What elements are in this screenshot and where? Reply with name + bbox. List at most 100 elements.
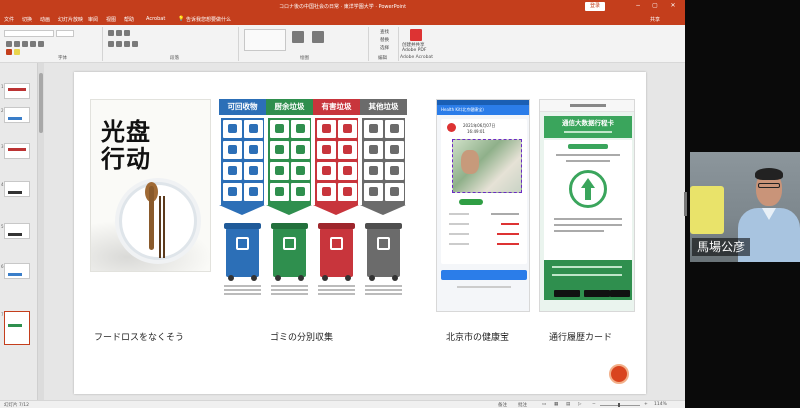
recyclable-column: 可回收物 [219, 99, 266, 305]
scrollbar-handle[interactable] [39, 73, 43, 133]
search-hint[interactable]: 告诉我您想要做什么 [186, 16, 231, 23]
tab-animations[interactable]: 动画 [40, 16, 50, 23]
health-kit-header: Health Kit(北京健康宝) [437, 105, 529, 115]
highlight-icon[interactable] [14, 49, 20, 55]
travel-card-body [544, 140, 632, 260]
quick-styles-icon[interactable] [312, 31, 324, 43]
zoom-slider[interactable] [600, 404, 640, 406]
font-name-box[interactable] [4, 30, 54, 37]
group-font-label: 字体 [58, 56, 67, 61]
ribbon-separator [102, 27, 103, 61]
lightbulb-icon: 💡 [178, 16, 185, 22]
slide-canvas[interactable]: 光盘 行动 可回收物 厨余垃圾 有害垃圾 其他垃圾 Health Kit(北京健… [74, 72, 646, 394]
indent-icon[interactable] [124, 30, 130, 36]
garbage-sorting-poster: 可回收物 厨余垃圾 有害垃圾 其他垃圾 [219, 99, 407, 305]
pdf-icon[interactable] [410, 29, 422, 41]
participant-video[interactable]: 馬場公彦 [690, 152, 800, 262]
strikethrough-icon[interactable] [30, 41, 36, 47]
bold-icon[interactable] [6, 41, 12, 47]
ribbon-tabs: 文件 切换 动画 幻灯片放映 审阅 视图 帮助 Acrobat 💡 告诉我您想要… [0, 13, 685, 25]
id-photo [452, 139, 522, 193]
slide-thumbnail[interactable]: 2 [1, 107, 30, 123]
caption-health-kit: 北京市の健康宝 [446, 333, 510, 343]
align-right-icon[interactable] [124, 41, 130, 47]
tab-acrobat[interactable]: Acrobat [146, 16, 165, 22]
spoon-handle [149, 186, 154, 250]
create-pdf-button[interactable]: 创建并共享 Adobe PDF [402, 43, 436, 53]
group-drawing-label: 绘图 [300, 56, 309, 61]
health-kit-screenshot: Health Kit(北京健康宝) 2021年06月07日 16:49:01 [436, 99, 530, 312]
select-button[interactable]: 选择 [380, 45, 389, 51]
tab-view[interactable]: 视图 [106, 16, 116, 23]
status-badge [459, 199, 483, 205]
zoom-out-icon[interactable]: − [592, 402, 596, 407]
panel-divider-handle[interactable] [684, 192, 687, 216]
plate-icon [119, 182, 197, 260]
italic-icon[interactable] [14, 41, 20, 47]
tab-file[interactable]: 文件 [4, 16, 14, 23]
university-logo [609, 364, 629, 384]
ribbon-separator [238, 27, 239, 61]
beijing-logo-icon [447, 123, 456, 132]
comments-button[interactable]: 批注 [518, 402, 527, 408]
bullets-icon[interactable] [108, 30, 114, 36]
slideshow-view-icon[interactable]: ▷ [578, 402, 581, 407]
share-button[interactable]: 共享 [650, 16, 660, 23]
find-button[interactable]: 查找 [380, 29, 389, 35]
align-left-icon[interactable] [108, 41, 114, 47]
kitchen-waste-header: 厨余垃圾 [266, 99, 313, 115]
hazardous-waste-column: 有害垃圾 [313, 99, 360, 305]
status-bar: 幻灯片 7/12 备注 批注 ▭ ▦ ▤ ▷ − + 114% [0, 400, 685, 408]
tab-review[interactable]: 审阅 [88, 16, 98, 23]
arrange-icon[interactable] [292, 31, 304, 43]
ribbon-separator [368, 27, 369, 61]
sorter-view-icon[interactable]: ▦ [554, 402, 558, 407]
food-loss-poster: 光盘 行动 [90, 99, 211, 272]
title-bar: コロナ後の中国社会の日常 · 東洋学園大学 · PowerPoint 登录 − … [0, 0, 685, 13]
glasses-icon [758, 183, 780, 188]
zoom-in-icon[interactable]: + [644, 402, 648, 407]
shapes-gallery[interactable] [244, 29, 286, 51]
other-waste-column: 其他垃圾 [360, 99, 407, 305]
align-center-icon[interactable] [116, 41, 122, 47]
slide-thumbnail[interactable]: 1 [1, 83, 30, 99]
travel-card-screenshot: 通信大数据行程卡 [539, 99, 635, 312]
close-button[interactable]: ✕ [667, 1, 679, 11]
justify-icon[interactable] [132, 41, 138, 47]
shadow-icon[interactable] [38, 41, 44, 47]
travel-card-header: 通信大数据行程卡 [544, 116, 632, 138]
reading-view-icon[interactable]: ▤ [566, 402, 570, 407]
replace-button[interactable]: 替换 [380, 37, 389, 43]
notes-button[interactable]: 备注 [498, 402, 507, 408]
restore-button[interactable]: ▢ [649, 1, 661, 11]
zoom-slider-handle[interactable] [618, 403, 620, 407]
normal-view-icon[interactable]: ▭ [542, 402, 546, 407]
health-code-card: 2021年06月07日 16:49:01 [441, 119, 527, 264]
recyclable-bin-icon [224, 223, 261, 281]
tab-transitions[interactable]: 切换 [22, 16, 32, 23]
tab-slideshow[interactable]: 幻灯片放映 [58, 16, 83, 23]
other-waste-header: 其他垃圾 [360, 99, 407, 115]
caption-travel-card: 通行履歴カード [549, 333, 613, 343]
font-color-icon[interactable] [6, 49, 12, 55]
font-size-box[interactable] [56, 30, 74, 37]
tab-help[interactable]: 帮助 [124, 16, 134, 23]
zoom-level[interactable]: 114% [654, 402, 667, 407]
slide-thumbnail[interactable]: 6 [1, 263, 30, 279]
thumbnail-scrollbar[interactable] [38, 63, 44, 400]
group-acrobat-label: Adobe Acrobat [400, 55, 434, 60]
numbering-icon[interactable] [116, 30, 122, 36]
slide-thumbnail[interactable]: 4 [1, 181, 30, 197]
signin-button[interactable]: 登录 [585, 2, 605, 11]
travel-card-footer [544, 260, 632, 300]
slide-thumbnail[interactable]: 3 [1, 143, 30, 159]
caption-food-loss: フードロスをなくそう [94, 333, 185, 343]
underline-icon[interactable] [22, 41, 28, 47]
store-badge [610, 290, 630, 297]
minimize-button[interactable]: − [632, 1, 644, 11]
slide-thumbnail[interactable]: 5 [1, 223, 30, 239]
recyclable-header: 可回收物 [219, 99, 266, 115]
slide-thumbnail-selected[interactable]: 7 [1, 311, 30, 345]
ribbon-separator [398, 27, 399, 61]
group-paragraph-label: 段落 [170, 56, 179, 61]
